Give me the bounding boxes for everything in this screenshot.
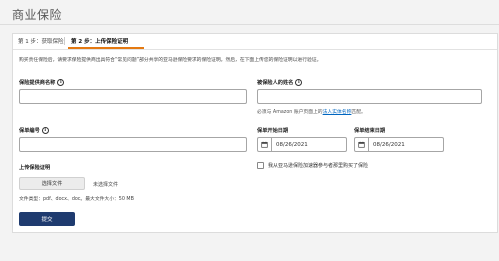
provider-input[interactable]: [19, 89, 247, 104]
end-date-label: 保单结束日期: [354, 127, 385, 134]
policy-label: 保单编号 i: [19, 127, 49, 134]
choose-file-button[interactable]: 选择文件: [19, 177, 85, 190]
tab-step-2[interactable]: 第 2 步：上传保险证明: [71, 37, 128, 45]
insured-hint: 必须与 Amazon 账户页面上的法人实体名称匹配。: [257, 108, 366, 115]
end-date-calendar-button[interactable]: [355, 138, 369, 151]
provider-label: 保险提供商名称 i: [19, 79, 65, 86]
file-type-hint: 文件类型：pdf、docx、doc。最大文件大小：50 MB: [19, 197, 134, 202]
accelerator-checkbox-label: 我从亚马逊保险加速器参与者那里购买了保险: [268, 163, 369, 169]
end-date-value[interactable]: 08/26/2021: [369, 142, 405, 148]
insured-label-text: 被保险人的姓名: [257, 80, 294, 86]
no-file-status: 未选择文件: [93, 182, 119, 188]
insured-label: 被保险人的姓名 i: [257, 79, 303, 86]
upload-label-text: 上传保险证明: [19, 165, 51, 171]
policy-input[interactable]: [19, 137, 247, 152]
calendar-icon: [261, 141, 268, 148]
legal-entity-link[interactable]: 法人实体名称: [323, 110, 352, 115]
intro-text: 购买责任保险后，请要求保险提供商出具符合“常见问题”部分共享的亚马逊保险要求的保…: [19, 58, 322, 63]
policy-label-text: 保单编号: [19, 128, 40, 134]
start-date-label-text: 保单开始日期: [257, 128, 289, 134]
upload-label: 上传保险证明: [19, 164, 50, 171]
tab-step-1[interactable]: 第 1 步：获取保险: [18, 37, 64, 45]
info-icon[interactable]: i: [41, 127, 49, 134]
tab-separator: [64, 37, 65, 45]
insurance-card: 第 1 步：获取保险 第 2 步：上传保险证明 购买责任保险后，请要求保险提供商…: [12, 33, 498, 233]
step-tabs: 第 1 步：获取保险 第 2 步：上传保险证明: [13, 34, 497, 50]
submit-button[interactable]: 提交: [19, 212, 75, 226]
start-date-calendar-button[interactable]: [258, 138, 272, 151]
page-title: 商业保险: [12, 8, 63, 22]
info-icon[interactable]: i: [57, 79, 65, 86]
start-date-field[interactable]: 08/26/2021: [257, 137, 347, 152]
start-date-label: 保单开始日期: [257, 127, 288, 134]
provider-label-text: 保险提供商名称: [19, 80, 56, 86]
start-date-value[interactable]: 08/26/2021: [272, 142, 308, 148]
insured-hint-suffix: 匹配。: [351, 110, 366, 115]
end-date-label-text: 保单结束日期: [354, 128, 386, 134]
active-tab-underline: [68, 47, 144, 49]
top-divider: [0, 24, 499, 25]
insured-input[interactable]: [257, 89, 482, 104]
insured-hint-prefix: 必须与 Amazon 账户页面上的: [257, 110, 323, 115]
info-icon[interactable]: i: [295, 79, 303, 86]
accelerator-checkbox[interactable]: [257, 162, 264, 169]
end-date-field[interactable]: 08/26/2021: [354, 137, 444, 152]
calendar-icon: [358, 141, 365, 148]
